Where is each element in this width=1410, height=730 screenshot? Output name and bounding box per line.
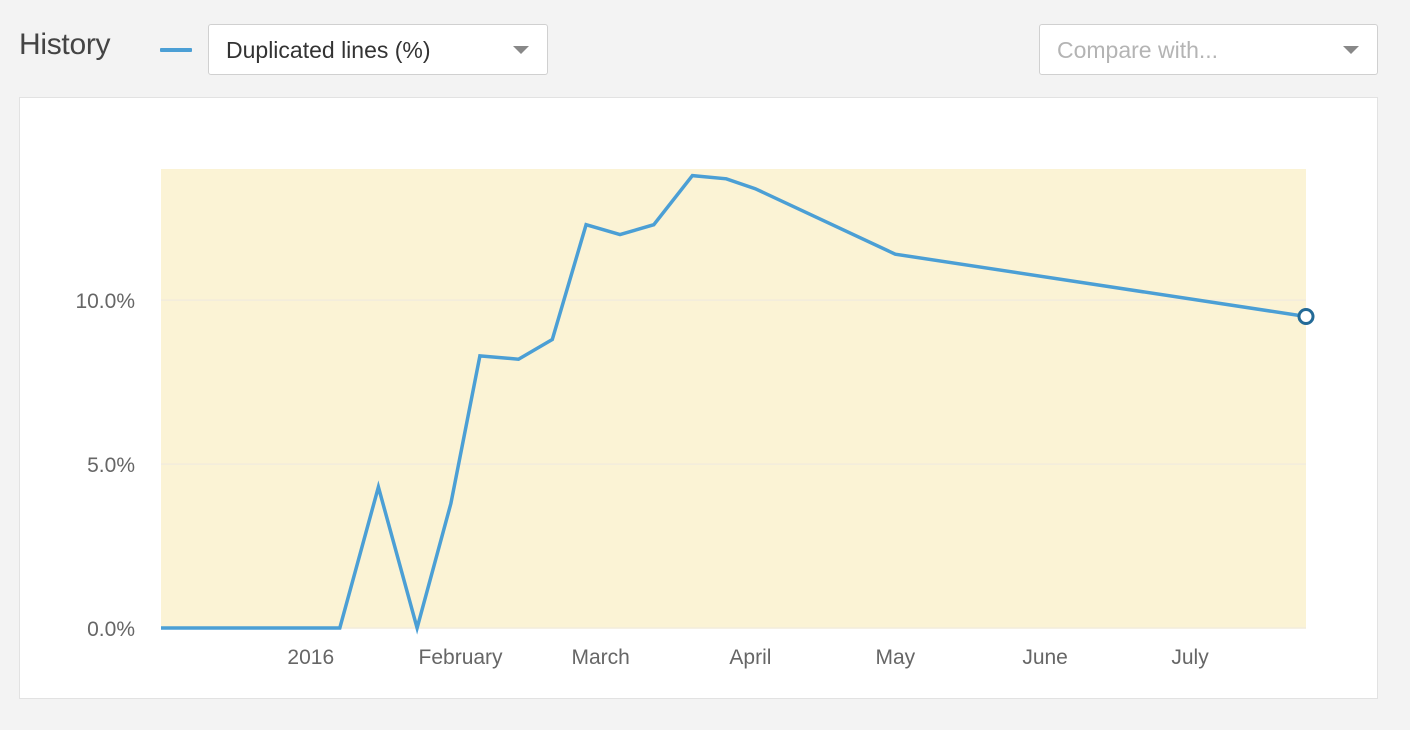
selected-data-point[interactable]	[1297, 308, 1315, 326]
chevron-down-icon	[1343, 46, 1359, 54]
history-title: History	[19, 28, 111, 61]
y-tick-label: 0.0%	[87, 618, 135, 641]
metric-select[interactable]: Duplicated lines (%)	[208, 24, 548, 75]
x-tick-label: February	[419, 646, 504, 669]
metric-select-value: Duplicated lines (%)	[226, 37, 431, 63]
x-tick-label: May	[876, 646, 916, 669]
compare-select[interactable]: Compare with...	[1039, 24, 1378, 75]
plot-area	[161, 169, 1306, 628]
x-tick-label: March	[571, 646, 629, 669]
chart-panel: 0.0% 5.0% 10.0% 2016 February March April May J…	[19, 97, 1378, 699]
series-legend-swatch	[160, 48, 192, 52]
chevron-down-icon	[513, 46, 529, 54]
x-tick-label: June	[1022, 646, 1068, 669]
compare-select-placeholder: Compare with...	[1057, 37, 1219, 63]
x-tick-label: 2016	[287, 646, 334, 669]
y-tick-label: 5.0%	[87, 454, 135, 477]
history-chart: 0.0% 5.0% 10.0% 2016 February March April May J…	[75, 169, 1315, 669]
x-tick-label: April	[729, 646, 771, 669]
y-tick-label: 10.0%	[75, 290, 135, 313]
x-tick-label: July	[1171, 646, 1209, 669]
